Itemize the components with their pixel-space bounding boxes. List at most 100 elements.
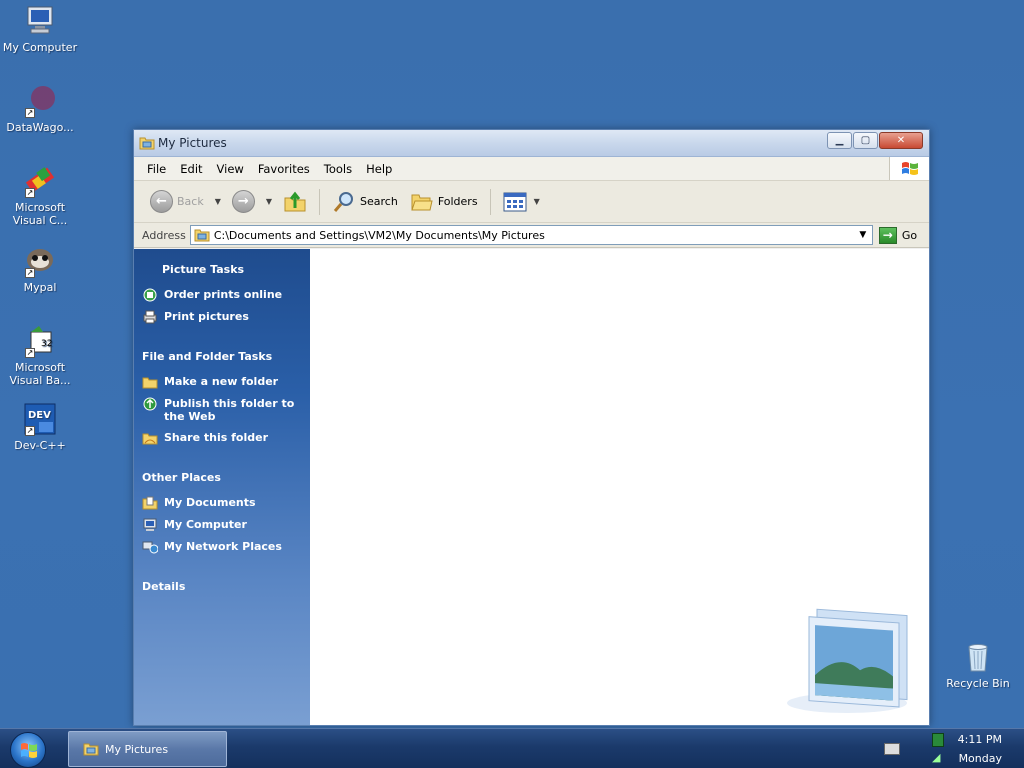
desktop-icon-label: Mypal [23, 281, 57, 294]
desktop-icon-label: My Computer [2, 41, 78, 54]
volume-icon[interactable]: ◢ [932, 751, 945, 764]
maximize-icon: ▢ [860, 135, 871, 146]
forward-button[interactable]: → [228, 186, 259, 218]
computer-icon [143, 518, 157, 531]
search-button[interactable]: Search [328, 186, 402, 218]
taskbar-item-my-pictures[interactable]: My Pictures [68, 731, 227, 767]
desktop-icon-label: Dev-C++ [14, 439, 66, 452]
address-input[interactable]: C:\Documents and Settings\VM2\My Documen… [189, 225, 873, 245]
file-folder-tasks-section: File and Folder Tasks Make a new folder … [134, 346, 310, 451]
folder-pictures-icon [194, 229, 210, 242]
desktop-icon-my-computer[interactable]: My Computer [0, 4, 80, 54]
desktop-icon-dev-cpp[interactable]: DEV ↗ Dev-C++ [0, 402, 80, 452]
close-icon: ✕ [896, 135, 906, 146]
desktop-icon-label: Microsoft Visual Ba... [9, 361, 71, 387]
views-button[interactable]: ▼ [499, 186, 547, 218]
dev-cpp-icon: DEV ↗ [23, 402, 57, 436]
address-label: Address [142, 228, 186, 242]
menu-file[interactable]: File [140, 162, 173, 176]
desktop-icon-mypal[interactable]: ↗ Mypal [0, 244, 80, 294]
section-title[interactable]: Picture Tasks [134, 259, 310, 286]
views-dropdown-icon: ▼ [533, 197, 540, 206]
section-title[interactable]: Other Places [134, 467, 310, 494]
forward-history-dropdown-icon[interactable]: ▼ [263, 197, 275, 206]
svg-text:DEV: DEV [28, 410, 51, 421]
back-history-dropdown-icon[interactable]: ▼ [212, 197, 224, 206]
desktop-icon-recycle-bin[interactable]: Recycle Bin [938, 641, 1018, 690]
menu-bar: File Edit View Favorites Tools Help [134, 157, 929, 181]
network-status-icon[interactable] [932, 733, 944, 747]
toolbar-separator [489, 188, 491, 215]
menu-edit[interactable]: Edit [173, 162, 209, 176]
place-my-network-places[interactable]: My Network Places [134, 538, 310, 560]
task-share-folder[interactable]: Share this folder [134, 429, 310, 451]
new-folder-icon [142, 377, 158, 389]
publish-web-icon [143, 397, 157, 411]
search-icon [333, 191, 354, 212]
svg-text:32: 32 [41, 339, 52, 349]
details-section: Details [134, 576, 310, 603]
system-tray: ◢ 4:11 PM Monday [864, 729, 1024, 768]
share-folder-icon [142, 433, 158, 445]
keyboard-icon[interactable] [884, 743, 900, 755]
back-button[interactable]: ← Back [146, 186, 208, 218]
views-icon [503, 192, 527, 211]
recycle-bin-label: Recycle Bin [946, 677, 1010, 690]
back-arrow-icon: ← [150, 190, 173, 213]
up-folder-button[interactable] [279, 186, 311, 218]
menu-view[interactable]: View [210, 162, 251, 176]
pictures-watermark-icon [787, 608, 908, 713]
section-title[interactable]: Details [134, 576, 310, 603]
my-documents-icon [142, 496, 158, 510]
shortcut-arrow-icon: ↗ [25, 268, 35, 278]
title-bar[interactable]: My Pictures ▁ ▢ ✕ [134, 130, 929, 157]
toolbar-separator [319, 188, 321, 215]
taskbar-item-label: My Pictures [105, 742, 169, 756]
task-make-new-folder[interactable]: Make a new folder [134, 373, 310, 395]
start-button[interactable] [10, 732, 46, 768]
minimize-icon: ▁ [835, 135, 844, 146]
close-button[interactable]: ✕ [879, 132, 923, 149]
clock-day[interactable]: Monday [959, 752, 1002, 765]
shortcut-arrow-icon: ↗ [25, 426, 35, 436]
windows-logo-icon [889, 157, 929, 180]
menu-tools[interactable]: Tools [317, 162, 359, 176]
order-prints-icon [143, 288, 157, 302]
file-view[interactable] [310, 249, 929, 725]
folders-icon [411, 194, 433, 210]
computer-icon [23, 4, 57, 38]
visual-basic-icon: 32 ↗ [23, 324, 57, 358]
desktop-icon-datawagon[interactable]: ↗ DataWago... [0, 84, 80, 134]
place-my-computer[interactable]: My Computer [134, 516, 310, 538]
minimize-button[interactable]: ▁ [827, 132, 852, 149]
forward-arrow-icon: → [231, 190, 255, 213]
print-icon [143, 310, 157, 324]
task-print-pictures[interactable]: Print pictures [134, 308, 310, 330]
task-pane: Picture Tasks Order prints online Print … [134, 249, 310, 725]
desktop-icon-visual-basic[interactable]: 32 ↗ Microsoft Visual Ba... [0, 324, 80, 387]
section-title[interactable]: File and Folder Tasks [134, 346, 310, 373]
desktop-icon-label: Microsoft Visual C... [12, 201, 68, 227]
menu-help[interactable]: Help [359, 162, 399, 176]
datawagon-icon: ↗ [23, 84, 57, 118]
desktop-icon-label: DataWago... [6, 121, 74, 134]
explorer-window: My Pictures ▁ ▢ ✕ File Edit View Favorit… [133, 129, 930, 726]
folders-label: Folders [437, 195, 478, 208]
network-places-icon [142, 541, 158, 554]
task-order-prints[interactable]: Order prints online [134, 286, 310, 308]
menu-favorites[interactable]: Favorites [251, 162, 317, 176]
maximize-button[interactable]: ▢ [853, 132, 878, 149]
task-publish-folder[interactable]: Publish this folder to the Web [134, 395, 310, 429]
address-bar: Address C:\Documents and Settings\VM2\My… [134, 223, 929, 248]
windows-logo-icon [21, 743, 37, 758]
go-label: Go [901, 228, 918, 242]
back-label: Back [177, 195, 204, 208]
mypal-icon: ↗ [23, 244, 57, 278]
search-label: Search [360, 195, 398, 208]
place-my-documents[interactable]: My Documents [134, 494, 310, 516]
desktop-icon-visual-c[interactable]: ↗ Microsoft Visual C... [0, 164, 80, 227]
address-dropdown-icon[interactable]: ▼ [856, 228, 870, 242]
folders-button[interactable]: Folders [406, 186, 482, 218]
go-button[interactable]: → Go [878, 226, 918, 244]
clock-time[interactable]: 4:11 PM [958, 733, 1002, 746]
